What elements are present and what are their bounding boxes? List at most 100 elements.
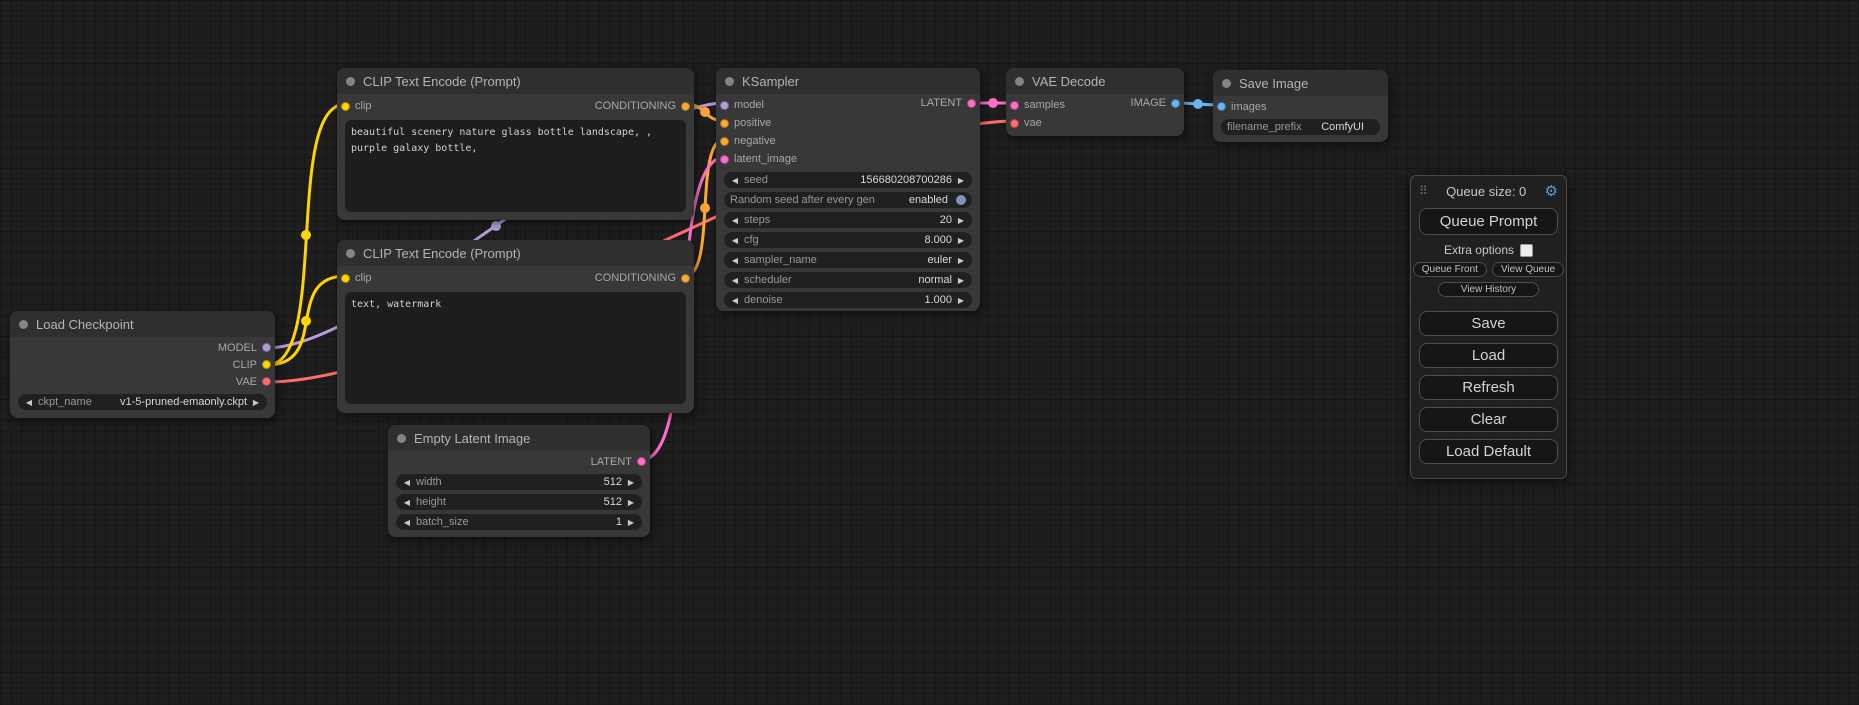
increment-arrow-icon[interactable]: ▶ [956, 276, 966, 285]
increment-arrow-icon[interactable]: ▶ [251, 398, 261, 407]
image-slot-dot[interactable] [1171, 99, 1180, 108]
extra-options-checkbox[interactable] [1520, 244, 1533, 257]
node-clip-text-encode-negative[interactable]: CLIP Text Encode (Prompt) clip CONDITION… [337, 240, 694, 413]
increment-arrow-icon[interactable]: ▶ [956, 216, 966, 225]
output-slot-conditioning[interactable]: CONDITIONING [595, 272, 690, 284]
clear-button[interactable]: Clear [1419, 407, 1558, 432]
node-ksampler[interactable]: KSampler LATENT model positive negative … [716, 68, 980, 311]
drag-handle-icon[interactable]: ⠿ [1419, 184, 1428, 198]
input-slot-clip[interactable]: clip [341, 100, 372, 112]
widget-filename-prefix[interactable]: filename_prefix ComfyUI [1221, 119, 1380, 135]
output-slot-latent[interactable]: LATENT [921, 94, 976, 112]
widget-batch-size[interactable]: ◀ batch_size 1 ▶ [396, 514, 642, 530]
input-slot-latent-image[interactable]: latent_image [716, 150, 980, 168]
input-slot-vae[interactable]: vae [1006, 114, 1184, 132]
node-title-bar[interactable]: CLIP Text Encode (Prompt) [337, 68, 694, 94]
latent-slot-dot[interactable] [720, 155, 729, 164]
widget-ckpt-name[interactable]: ◀ ckpt_name v1-5-pruned-emaonly.ckpt ▶ [18, 394, 267, 410]
decrement-arrow-icon[interactable]: ◀ [730, 296, 740, 305]
output-slot-conditioning[interactable]: CONDITIONING [595, 100, 690, 112]
vae-slot-dot[interactable] [262, 377, 271, 386]
node-title-bar[interactable]: Empty Latent Image [388, 425, 650, 451]
output-slot-model[interactable]: MODEL [10, 339, 275, 356]
output-slot-vae[interactable]: VAE [10, 373, 275, 390]
node-vae-decode[interactable]: VAE Decode IMAGE samples vae [1006, 68, 1184, 136]
conditioning-slot-dot[interactable] [720, 119, 729, 128]
image-slot-dot[interactable] [1217, 102, 1226, 111]
vae-slot-dot[interactable] [1010, 119, 1019, 128]
decrement-arrow-icon[interactable]: ◀ [24, 398, 34, 407]
widget-denoise[interactable]: ◀ denoise 1.000 ▶ [724, 292, 972, 308]
node-title-bar[interactable]: VAE Decode [1006, 68, 1184, 94]
increment-arrow-icon[interactable]: ▶ [956, 296, 966, 305]
widget-label: denoise [744, 294, 783, 306]
node-title-bar[interactable]: Save Image [1213, 70, 1388, 96]
clip-slot-dot[interactable] [341, 274, 350, 283]
node-clip-text-encode-positive[interactable]: CLIP Text Encode (Prompt) clip CONDITION… [337, 68, 694, 220]
queue-front-button[interactable]: Queue Front [1413, 262, 1487, 277]
output-slot-clip[interactable]: CLIP [10, 356, 275, 373]
increment-arrow-icon[interactable]: ▶ [956, 236, 966, 245]
increment-arrow-icon[interactable]: ▶ [956, 256, 966, 265]
widget-scheduler[interactable]: ◀ scheduler normal ▶ [724, 272, 972, 288]
comfy-menu-panel[interactable]: ⠿ Queue size: 0 ⚙ Queue Prompt Extra opt… [1410, 175, 1567, 479]
node-title-bar[interactable]: CLIP Text Encode (Prompt) [337, 240, 694, 266]
toggle-indicator-dot[interactable] [956, 195, 966, 205]
latent-slot-dot[interactable] [1010, 101, 1019, 110]
input-slot-images[interactable]: images [1213, 98, 1388, 115]
clip-slot-dot[interactable] [262, 360, 271, 369]
slot-label: samples [1024, 99, 1065, 111]
conditioning-slot-dot[interactable] [720, 137, 729, 146]
widget-height[interactable]: ◀ height 512 ▶ [396, 494, 642, 510]
node-empty-latent-image[interactable]: Empty Latent Image LATENT ◀ width 512 ▶ … [388, 425, 650, 537]
node-load-checkpoint[interactable]: Load Checkpoint MODEL CLIP VAE ◀ ckpt_na… [10, 311, 275, 418]
slot-label: positive [734, 117, 771, 129]
decrement-arrow-icon[interactable]: ◀ [402, 518, 412, 527]
widget-seed[interactable]: ◀ seed 156680208700286 ▶ [724, 172, 972, 188]
decrement-arrow-icon[interactable]: ◀ [730, 276, 740, 285]
node-title-bar[interactable]: KSampler [716, 68, 980, 94]
node-graph-canvas[interactable]: Load Checkpoint MODEL CLIP VAE ◀ ckpt_na… [0, 0, 1859, 705]
model-slot-dot[interactable] [720, 101, 729, 110]
model-slot-dot[interactable] [262, 343, 271, 352]
widget-cfg[interactable]: ◀ cfg 8.000 ▶ [724, 232, 972, 248]
wire-clip-negative [267, 276, 346, 365]
conditioning-slot-dot[interactable] [681, 274, 690, 283]
widget-width[interactable]: ◀ width 512 ▶ [396, 474, 642, 490]
input-slot-positive[interactable]: positive [716, 114, 980, 132]
output-slot-image[interactable]: IMAGE [1131, 94, 1180, 112]
increment-arrow-icon[interactable]: ▶ [626, 518, 636, 527]
widget-steps[interactable]: ◀ steps 20 ▶ [724, 212, 972, 228]
node-save-image[interactable]: Save Image images filename_prefix ComfyU… [1213, 70, 1388, 142]
decrement-arrow-icon[interactable]: ◀ [402, 478, 412, 487]
decrement-arrow-icon[interactable]: ◀ [730, 216, 740, 225]
settings-gear-icon[interactable]: ⚙ [1545, 182, 1558, 200]
latent-slot-dot[interactable] [637, 457, 646, 466]
increment-arrow-icon[interactable]: ▶ [626, 498, 636, 507]
load-default-button[interactable]: Load Default [1419, 439, 1558, 464]
decrement-arrow-icon[interactable]: ◀ [730, 256, 740, 265]
view-history-button[interactable]: View History [1438, 282, 1538, 297]
negative-prompt-textarea[interactable]: text, watermark [345, 292, 686, 404]
widget-sampler-name[interactable]: ◀ sampler_name euler ▶ [724, 252, 972, 268]
link-midpoint-dot [700, 203, 710, 213]
latent-slot-dot[interactable] [967, 99, 976, 108]
widget-random-seed-toggle[interactable]: Random seed after every gen enabled [724, 192, 972, 208]
clip-slot-dot[interactable] [341, 102, 350, 111]
refresh-button[interactable]: Refresh [1419, 375, 1558, 400]
decrement-arrow-icon[interactable]: ◀ [730, 176, 740, 185]
input-slot-negative[interactable]: negative [716, 132, 980, 150]
output-slot-latent[interactable]: LATENT [388, 453, 650, 470]
node-title-bar[interactable]: Load Checkpoint [10, 311, 275, 337]
queue-prompt-button[interactable]: Queue Prompt [1419, 208, 1558, 235]
input-slot-clip[interactable]: clip [341, 272, 372, 284]
load-button[interactable]: Load [1419, 343, 1558, 368]
decrement-arrow-icon[interactable]: ◀ [730, 236, 740, 245]
positive-prompt-textarea[interactable]: beautiful scenery nature glass bottle la… [345, 120, 686, 212]
view-queue-button[interactable]: View Queue [1492, 262, 1564, 277]
save-button[interactable]: Save [1419, 311, 1558, 336]
decrement-arrow-icon[interactable]: ◀ [402, 498, 412, 507]
conditioning-slot-dot[interactable] [681, 102, 690, 111]
increment-arrow-icon[interactable]: ▶ [956, 176, 966, 185]
increment-arrow-icon[interactable]: ▶ [626, 478, 636, 487]
